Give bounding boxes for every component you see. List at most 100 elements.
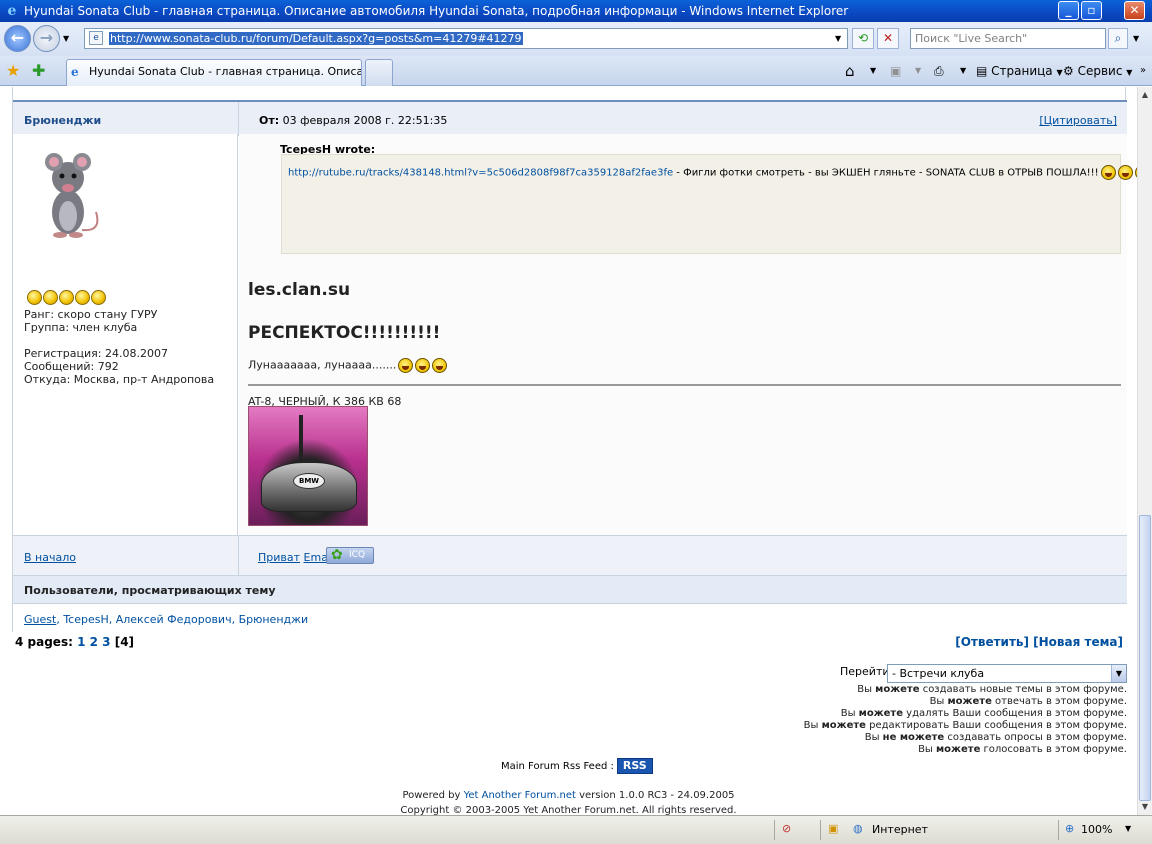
title-bar: e Hyundai Sonata Club - главная страница… (0, 0, 1152, 22)
search-input[interactable]: Поиск "Live Search" (910, 28, 1106, 49)
rss-feed: Main Forum Rss Feed : RSS (501, 758, 653, 774)
column-divider (238, 536, 239, 576)
home-dropdown-icon[interactable]: ▼ (870, 61, 876, 81)
minimize-button[interactable]: _ (1058, 1, 1079, 20)
page-menu-button[interactable]: ▤ Страница ▼ (976, 61, 1063, 81)
tab-page-icon: e (71, 65, 79, 79)
viewer-name[interactable]: Брюненджи (239, 613, 309, 626)
icq-button[interactable]: ✿ ICQ (326, 547, 374, 564)
print-icon[interactable]: ⎙ (934, 61, 944, 81)
refresh-button[interactable]: ⟲ (852, 28, 874, 49)
forward-button[interactable]: → (33, 25, 60, 52)
zoom-dropdown-icon[interactable]: ▼ (1125, 824, 1131, 833)
status-bar: ⊘ ▣ ◍ Интернет ⊕ 100% ▼ (0, 815, 1152, 844)
post-author[interactable]: Брюненджи (24, 114, 101, 127)
protected-mode-icon: ▣ (828, 822, 839, 835)
history-dropdown-icon[interactable]: ▼ (63, 34, 69, 43)
window-title: Hyundai Sonata Club - главная страница. … (24, 4, 849, 18)
quote-text: http://rutube.ru/tracks/438148.html?v=5c… (288, 165, 1137, 180)
rss-button[interactable]: RSS (616, 758, 653, 774)
post-text-luna: Лунааааааа, лунаааа....... (248, 358, 448, 373)
permission-line: Вы можете голосовать в этом форуме. (918, 744, 1127, 755)
topic-actions: [Ответить] [Новая тема] (955, 635, 1123, 649)
feeds-icon[interactable]: ▣ (890, 61, 901, 81)
reply-link[interactable]: [Ответить] (955, 635, 1029, 649)
new-topic-link[interactable]: [Новая тема] (1033, 635, 1123, 649)
private-message-link[interactable]: Приват (258, 551, 300, 564)
tab-label: Hyundai Sonata Club - главная страница. … (89, 65, 362, 78)
scroll-up-icon[interactable]: ▲ (1139, 89, 1151, 101)
luna-text: Лунааааааа, лунаааа....... (248, 358, 397, 372)
avatar[interactable] (24, 142, 112, 242)
zoom-level[interactable]: 100% (1081, 823, 1112, 836)
add-favorites-icon[interactable]: ✚ (32, 61, 45, 81)
page-link-1[interactable]: 1 (77, 635, 85, 649)
tools-menu-button[interactable]: ⚙ Сервис ▼ (1063, 61, 1132, 81)
viewer-name[interactable]: TcepesH (63, 613, 108, 626)
browser-window: e Hyundai Sonata Club - главная страница… (0, 0, 1152, 844)
pagination: 4 pages: 1 2 3 [4] (15, 635, 134, 649)
contact-links: Приват Email (258, 551, 334, 564)
internet-zone-icon: ◍ (853, 822, 863, 835)
to-start-link[interactable]: В начало (24, 551, 76, 564)
from-label: От: (259, 114, 280, 127)
search-icon[interactable]: ⌕ (1108, 28, 1128, 49)
home-icon[interactable]: ⌂ (845, 61, 855, 81)
viewer-name[interactable]: Алексей Федорович (116, 613, 232, 626)
page-icon: e (89, 31, 103, 45)
user-group: Группа: член клуба (24, 321, 138, 334)
powered-line: Powered by Yet Another Forum.net version… (402, 790, 735, 801)
laugh-smiley-icon (415, 358, 431, 373)
tab-active[interactable]: e Hyundai Sonata Club - главная страница… (66, 59, 362, 86)
goto-label: Перейти (840, 665, 890, 678)
vertical-scrollbar[interactable]: ▲ ▼ (1137, 87, 1152, 815)
back-button[interactable]: ← (4, 25, 31, 52)
search-options-icon[interactable]: ▼ (1133, 34, 1139, 43)
print-dropdown-icon[interactable]: ▼ (960, 61, 966, 81)
signature-divider (248, 384, 1121, 386)
pages-label: 4 pages: (15, 635, 73, 649)
rank-star-icon (27, 290, 42, 305)
laugh-smiley-icon (1117, 165, 1133, 180)
laugh-smiley-icon (432, 358, 448, 373)
yaf-link[interactable]: Yet Another Forum.net (464, 790, 576, 801)
rank-star-icon (75, 290, 90, 305)
bmw-logo: BMW (293, 473, 325, 489)
new-tab-button[interactable] (365, 59, 393, 86)
user-registered: Регистрация: 24.08.2007 (24, 347, 168, 360)
zoom-icon[interactable]: ⊕ (1065, 822, 1074, 835)
page-link-3[interactable]: 3 (102, 635, 110, 649)
tools-menu-label: Сервис (1077, 64, 1123, 78)
post-date: От: 03 февраля 2008 г. 22:51:35 (259, 114, 447, 127)
stop-button[interactable]: ✕ (877, 28, 899, 49)
chevron-down-icon[interactable]: ▼ (1111, 665, 1126, 682)
privacy-icon[interactable]: ⊘ (782, 822, 791, 835)
quote-url-link[interactable]: http://rutube.ru/tracks/438148.html?v=5c… (288, 168, 673, 179)
page-content: Брюненджи От: 03 февраля 2008 г. 22:51:3… (0, 87, 1137, 815)
favorites-star-icon[interactable]: ★ (6, 61, 20, 81)
user-info-panel: Ранг: скоро стану ГУРУ Группа: член клуб… (13, 134, 238, 535)
address-dropdown-icon[interactable]: ▼ (835, 34, 841, 43)
post-date-value: 03 февраля 2008 г. 22:51:35 (282, 114, 448, 127)
address-field[interactable]: e http://www.sonata-club.ru/forum/Defaul… (84, 28, 848, 49)
maximize-button[interactable]: ▫ (1081, 1, 1102, 20)
viewer-guest-link[interactable]: Guest (24, 613, 56, 626)
quote-message: - Фигли фотки смотреть - вы ЭКШЕН гляньт… (673, 167, 1099, 179)
permissions-list: Вы можете создавать новые темы в этом фо… (804, 684, 1127, 756)
rank-stars (27, 290, 107, 308)
scroll-down-icon[interactable]: ▼ (1139, 801, 1151, 813)
user-rank: Ранг: скоро стану ГУРУ (24, 308, 158, 321)
close-button[interactable]: ✕ (1124, 1, 1145, 20)
page-menu-label: Страница (991, 64, 1053, 78)
ie-logo-icon: e (7, 3, 17, 19)
quote-box: http://rutube.ru/tracks/438148.html?v=5c… (281, 154, 1137, 254)
post-header: Брюненджи От: 03 февраля 2008 г. 22:51:3… (13, 100, 1127, 136)
toolbar-overflow-icon[interactable]: » (1140, 61, 1146, 81)
scroll-thumb[interactable] (1139, 515, 1151, 801)
feeds-dropdown-icon[interactable]: ▼ (915, 61, 921, 81)
page-link-2[interactable]: 2 (90, 635, 98, 649)
quote-link[interactable]: [Цитировать] (1039, 114, 1117, 127)
laugh-smiley-icon (398, 358, 414, 373)
tower-shape (299, 415, 303, 465)
forum-jump-select[interactable]: - Встречи клуба ▼ (887, 664, 1127, 683)
